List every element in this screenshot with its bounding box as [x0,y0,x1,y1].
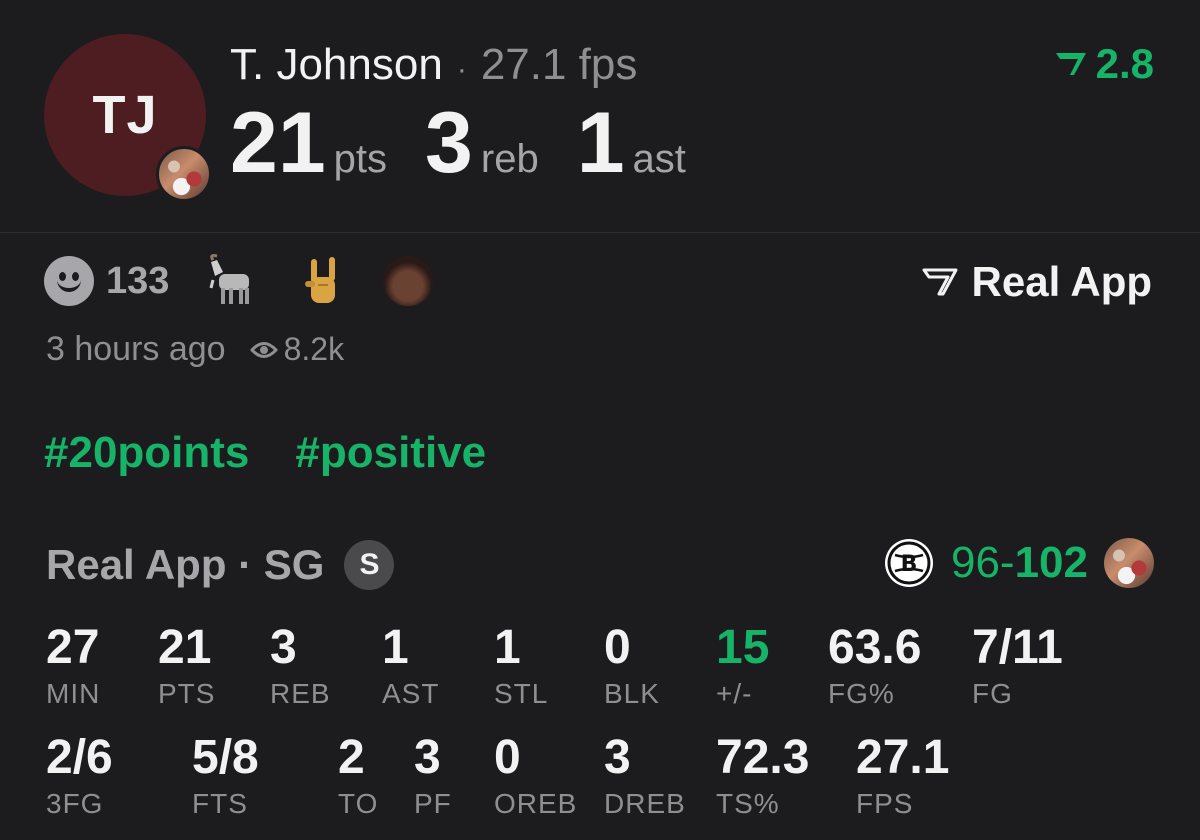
brand-label: Real App [971,258,1152,305]
stat-label: FG [972,678,1013,709]
post-meta: 3 hours ago 8.2k [46,330,344,369]
stat-pf: 3 PF [414,734,452,820]
stat-value: 3 [604,731,631,784]
stat-value: 2 [338,731,365,784]
stat-label: 3FG [46,788,104,819]
rock-on-hand-emoji-icon[interactable] [303,255,343,307]
stat-fg: 7/11 FG [972,624,1063,710]
svg-text:B: B [901,552,918,577]
assists-unit: ast [632,137,686,181]
player-title: T. Johnson · 27.1 fps [230,40,637,90]
stat-value: 72.3 [716,731,810,784]
team-score: 96 [950,538,1000,587]
stat-oreb: 0 OREB [494,734,577,820]
stat-dreb: 3 DREB [604,734,686,820]
stat-pts: 21 PTS [158,624,215,710]
points-unit: pts [333,137,388,181]
separator-dot: · [456,53,467,86]
stat-label: DREB [604,788,686,819]
stat-label: PF [414,788,452,819]
stat-summary: 21 pts 3 reb 1 ast [230,100,724,186]
stat-value: 21 [158,621,212,674]
reaction-count: 133 [106,259,170,302]
stat-min: 27 MIN [46,624,100,710]
separator-dot: · [226,541,264,588]
stat-label: MIN [46,678,101,709]
stat-value: 1 [494,621,521,674]
hashtag-20points[interactable]: #20points [44,428,249,478]
stat-label: FPS [856,788,914,819]
rating-value: 2.8 [1095,40,1154,87]
fantasy-points: 27.1 fps [480,40,638,89]
stat-fts: 5/8 FTS [192,734,259,820]
real-app-brand[interactable]: Real App [922,258,1152,306]
stat-to: 2 TO [338,734,378,820]
game-source: Real App [46,541,227,588]
stat-fps: 27.1 FPS [856,734,949,820]
stat-label: OREB [494,788,578,819]
stat-label: +/- [716,678,753,709]
starter-badge: S [344,540,395,590]
stat-label: REB [270,678,331,709]
game-source-line: Real App · SG S [46,540,395,590]
post-time: 3 hours ago [46,330,226,368]
stat-3fg: 2/6 3FG [46,734,113,820]
real-logo-icon [1055,53,1086,75]
player-position: SG [263,541,325,588]
stat-reb: 3 REB [270,624,331,710]
divider [0,232,1200,233]
face-emoji-icon[interactable] [383,256,434,306]
stat-label: TS% [716,788,780,819]
stat-value: 1 [382,621,409,674]
rebounds-unit: reb [480,137,539,181]
stat-label: AST [382,678,440,709]
stat-plus-minus: 15 +/- [716,624,769,710]
stat-value: 7/11 [972,621,1063,674]
game-score[interactable]: B 96 - 102 [884,538,1154,588]
hashtags: #20points #positive [44,428,486,478]
stat-value: 3 [270,621,297,674]
player-name[interactable]: T. Johnson [230,40,443,90]
stat-value: 2/6 [46,731,113,784]
stat-value: 63.6 [828,621,922,674]
views: 8.2k [249,331,345,368]
stat-value: 5/8 [192,731,259,784]
stat-value: 27.1 [856,731,950,784]
stat-value: 27 [46,621,100,674]
stat-label: FTS [192,788,248,819]
stat-value: 0 [494,731,521,784]
opponent-score: 102 [1014,538,1088,587]
stat-label: TO [338,788,379,819]
eye-icon [249,341,278,358]
stat-value: 3 [414,731,441,784]
nets-logo-icon: B [884,539,933,587]
stat-blk: 0 BLK [604,624,660,710]
points-value: 21 [230,95,326,191]
assists-value: 1 [576,95,625,191]
stat-stl: 1 STL [494,624,548,710]
reactions-row: 133 [44,254,473,308]
stat-fg-pct: 63.6 FG% [828,624,921,710]
hashtag-positive[interactable]: #positive [295,428,486,478]
player-initials: TJ [92,85,158,145]
real-logo-icon [922,268,958,296]
smiley-icon[interactable] [44,256,94,306]
stat-label: BLK [604,678,660,709]
goat-emoji-icon[interactable] [207,254,263,308]
view-count: 8.2k [283,331,345,367]
rebounds-value: 3 [425,95,473,191]
team-logo-badge [1104,538,1154,588]
stat-label: FG% [828,678,895,709]
rating-chip[interactable]: 2.8 [1054,40,1154,88]
stat-ts-pct: 72.3 TS% [716,734,809,820]
stat-label: STL [494,678,549,709]
stat-value: 15 [716,621,770,674]
team-logo-badge [156,146,212,202]
stat-value: 0 [604,621,631,674]
score-dash: - [999,538,1015,587]
stat-ast: 1 AST [382,624,439,710]
stat-label: PTS [158,678,216,709]
